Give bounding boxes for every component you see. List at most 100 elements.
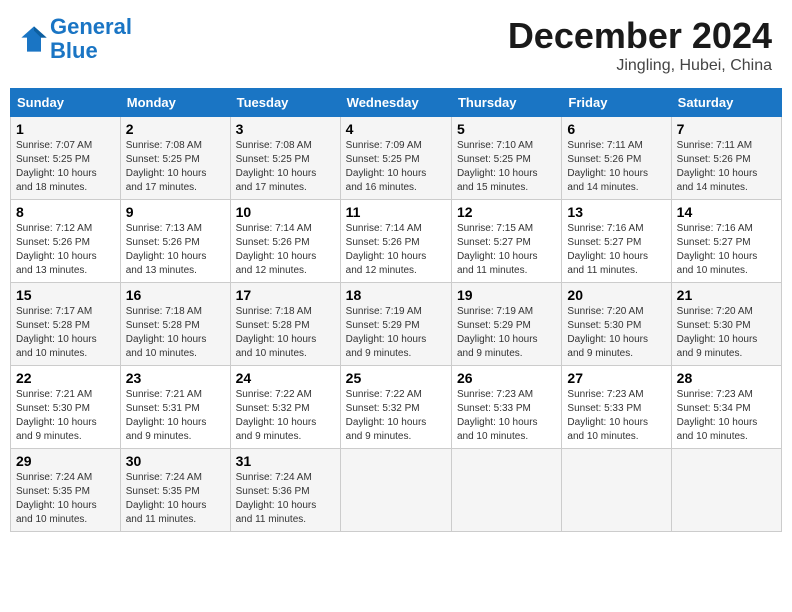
day-number: 19	[457, 287, 556, 303]
calendar-cell: 29 Sunrise: 7:24 AM Sunset: 5:35 PM Dayli…	[11, 449, 121, 532]
day-number: 16	[126, 287, 225, 303]
calendar-cell: 18Sunrise: 7:19 AM Sunset: 5:29 PM Dayli…	[340, 283, 451, 366]
day-info: Sunrise: 7:12 AM Sunset: 5:26 PM Dayligh…	[16, 222, 115, 278]
calendar-cell: 11 Sunrise: 7:14 AM Sunset: 5:26 PM Dayli…	[340, 200, 451, 283]
day-info: Sunrise: 7:14 AM Sunset: 5:26 PM Dayligh…	[346, 222, 446, 278]
calendar-week-row: 29 Sunrise: 7:24 AM Sunset: 5:35 PM Dayli…	[11, 449, 782, 532]
day-info: Sunrise: 7:18 AM Sunset: 5:28 PM Dayligh…	[236, 305, 335, 361]
day-info: Sunrise: 7:18 AM Sunset: 5:28 PM Dayligh…	[126, 305, 225, 361]
day-info: Sunrise: 7:13 AM Sunset: 5:26 PM Dayligh…	[126, 222, 225, 278]
day-number: 7	[677, 121, 776, 137]
calendar-week-row: 8 Sunrise: 7:12 AM Sunset: 5:26 PM Daylig…	[11, 200, 782, 283]
calendar-cell: 20 Sunrise: 7:20 AM Sunset: 5:30 PM Dayli…	[562, 283, 671, 366]
calendar-cell	[340, 449, 451, 532]
day-info: Sunrise: 7:16 AM Sunset: 5:27 PM Dayligh…	[567, 222, 665, 278]
calendar-cell: 25Sunrise: 7:22 AM Sunset: 5:32 PM Dayli…	[340, 366, 451, 449]
day-number: 6	[567, 121, 665, 137]
logo: General Blue	[20, 15, 132, 63]
calendar-cell: 19 Sunrise: 7:19 AM Sunset: 5:29 PM Dayli…	[451, 283, 561, 366]
calendar-cell: 22 Sunrise: 7:21 AM Sunset: 5:30 PM Dayli…	[11, 366, 121, 449]
weekday-header: Thursday	[451, 89, 561, 117]
calendar-cell: 23Sunrise: 7:21 AM Sunset: 5:31 PM Dayli…	[120, 366, 230, 449]
day-info: Sunrise: 7:21 AM Sunset: 5:30 PM Dayligh…	[16, 388, 115, 444]
day-number: 8	[16, 204, 115, 220]
weekday-header: Saturday	[671, 89, 781, 117]
day-number: 31	[236, 453, 335, 469]
calendar-cell: 4Sunrise: 7:09 AM Sunset: 5:25 PM Daylig…	[340, 117, 451, 200]
day-number: 11	[346, 204, 446, 220]
calendar-cell: 14Sunrise: 7:16 AM Sunset: 5:27 PM Dayli…	[671, 200, 781, 283]
weekday-header: Sunday	[11, 89, 121, 117]
calendar-cell	[562, 449, 671, 532]
day-number: 14	[677, 204, 776, 220]
day-info: Sunrise: 7:11 AM Sunset: 5:26 PM Dayligh…	[677, 139, 776, 195]
day-number: 9	[126, 204, 225, 220]
calendar-week-row: 15 Sunrise: 7:17 AM Sunset: 5:28 PM Dayli…	[11, 283, 782, 366]
day-number: 21	[677, 287, 776, 303]
day-info: Sunrise: 7:24 AM Sunset: 5:36 PM Dayligh…	[236, 471, 335, 527]
day-number: 3	[236, 121, 335, 137]
day-info: Sunrise: 7:24 AM Sunset: 5:35 PM Dayligh…	[16, 471, 115, 527]
day-number: 15	[16, 287, 115, 303]
day-number: 10	[236, 204, 335, 220]
calendar-cell: 1 Sunrise: 7:07 AM Sunset: 5:25 PM Daylig…	[11, 117, 121, 200]
day-info: Sunrise: 7:19 AM Sunset: 5:29 PM Dayligh…	[346, 305, 446, 361]
calendar-cell: 21Sunrise: 7:20 AM Sunset: 5:30 PM Dayli…	[671, 283, 781, 366]
title-block: December 2024 Jingling, Hubei, China	[508, 15, 772, 75]
calendar-cell: 15 Sunrise: 7:17 AM Sunset: 5:28 PM Dayli…	[11, 283, 121, 366]
day-number: 24	[236, 370, 335, 386]
calendar-cell: 24Sunrise: 7:22 AM Sunset: 5:32 PM Dayli…	[230, 366, 340, 449]
calendar-table: SundayMondayTuesdayWednesdayThursdayFrid…	[10, 88, 782, 532]
day-info: Sunrise: 7:17 AM Sunset: 5:28 PM Dayligh…	[16, 305, 115, 361]
calendar-week-row: 22 Sunrise: 7:21 AM Sunset: 5:30 PM Dayli…	[11, 366, 782, 449]
weekday-header: Friday	[562, 89, 671, 117]
calendar-cell: 6 Sunrise: 7:11 AM Sunset: 5:26 PM Daylig…	[562, 117, 671, 200]
weekday-header: Tuesday	[230, 89, 340, 117]
calendar-cell: 10 Sunrise: 7:14 AM Sunset: 5:26 PM Dayli…	[230, 200, 340, 283]
calendar-cell	[451, 449, 561, 532]
calendar-cell: 31 Sunrise: 7:24 AM Sunset: 5:36 PM Dayli…	[230, 449, 340, 532]
calendar-cell: 8 Sunrise: 7:12 AM Sunset: 5:26 PM Daylig…	[11, 200, 121, 283]
day-info: Sunrise: 7:23 AM Sunset: 5:34 PM Dayligh…	[677, 388, 776, 444]
location-title: Jingling, Hubei, China	[508, 57, 772, 75]
calendar-cell: 17 Sunrise: 7:18 AM Sunset: 5:28 PM Dayli…	[230, 283, 340, 366]
calendar-cell: 3Sunrise: 7:08 AM Sunset: 5:25 PM Daylig…	[230, 117, 340, 200]
day-number: 12	[457, 204, 556, 220]
calendar-header-row: SundayMondayTuesdayWednesdayThursdayFrid…	[11, 89, 782, 117]
day-number: 26	[457, 370, 556, 386]
calendar-cell: 9 Sunrise: 7:13 AM Sunset: 5:26 PM Daylig…	[120, 200, 230, 283]
day-number: 20	[567, 287, 665, 303]
day-info: Sunrise: 7:07 AM Sunset: 5:25 PM Dayligh…	[16, 139, 115, 195]
day-info: Sunrise: 7:23 AM Sunset: 5:33 PM Dayligh…	[457, 388, 556, 444]
calendar-cell: 12 Sunrise: 7:15 AM Sunset: 5:27 PM Dayli…	[451, 200, 561, 283]
weekday-header: Wednesday	[340, 89, 451, 117]
day-info: Sunrise: 7:08 AM Sunset: 5:25 PM Dayligh…	[126, 139, 225, 195]
calendar-cell: 7 Sunrise: 7:11 AM Sunset: 5:26 PM Daylig…	[671, 117, 781, 200]
month-title: December 2024	[508, 15, 772, 57]
day-number: 1	[16, 121, 115, 137]
weekday-header: Monday	[120, 89, 230, 117]
day-info: Sunrise: 7:15 AM Sunset: 5:27 PM Dayligh…	[457, 222, 556, 278]
day-info: Sunrise: 7:14 AM Sunset: 5:26 PM Dayligh…	[236, 222, 335, 278]
calendar-cell: 30 Sunrise: 7:24 AM Sunset: 5:35 PM Dayli…	[120, 449, 230, 532]
logo-icon	[20, 25, 48, 53]
day-number: 30	[126, 453, 225, 469]
day-number: 17	[236, 287, 335, 303]
day-info: Sunrise: 7:24 AM Sunset: 5:35 PM Dayligh…	[126, 471, 225, 527]
day-info: Sunrise: 7:19 AM Sunset: 5:29 PM Dayligh…	[457, 305, 556, 361]
day-info: Sunrise: 7:20 AM Sunset: 5:30 PM Dayligh…	[567, 305, 665, 361]
day-number: 4	[346, 121, 446, 137]
page-header: General Blue December 2024 Jingling, Hub…	[10, 10, 782, 80]
day-number: 29	[16, 453, 115, 469]
calendar-cell: 28Sunrise: 7:23 AM Sunset: 5:34 PM Dayli…	[671, 366, 781, 449]
day-number: 23	[126, 370, 225, 386]
day-info: Sunrise: 7:11 AM Sunset: 5:26 PM Dayligh…	[567, 139, 665, 195]
day-number: 5	[457, 121, 556, 137]
day-number: 22	[16, 370, 115, 386]
day-info: Sunrise: 7:22 AM Sunset: 5:32 PM Dayligh…	[346, 388, 446, 444]
logo-text: General	[50, 15, 132, 39]
logo-text2: Blue	[50, 39, 132, 63]
day-number: 2	[126, 121, 225, 137]
calendar-cell: 16 Sunrise: 7:18 AM Sunset: 5:28 PM Dayli…	[120, 283, 230, 366]
calendar-cell: 5Sunrise: 7:10 AM Sunset: 5:25 PM Daylig…	[451, 117, 561, 200]
